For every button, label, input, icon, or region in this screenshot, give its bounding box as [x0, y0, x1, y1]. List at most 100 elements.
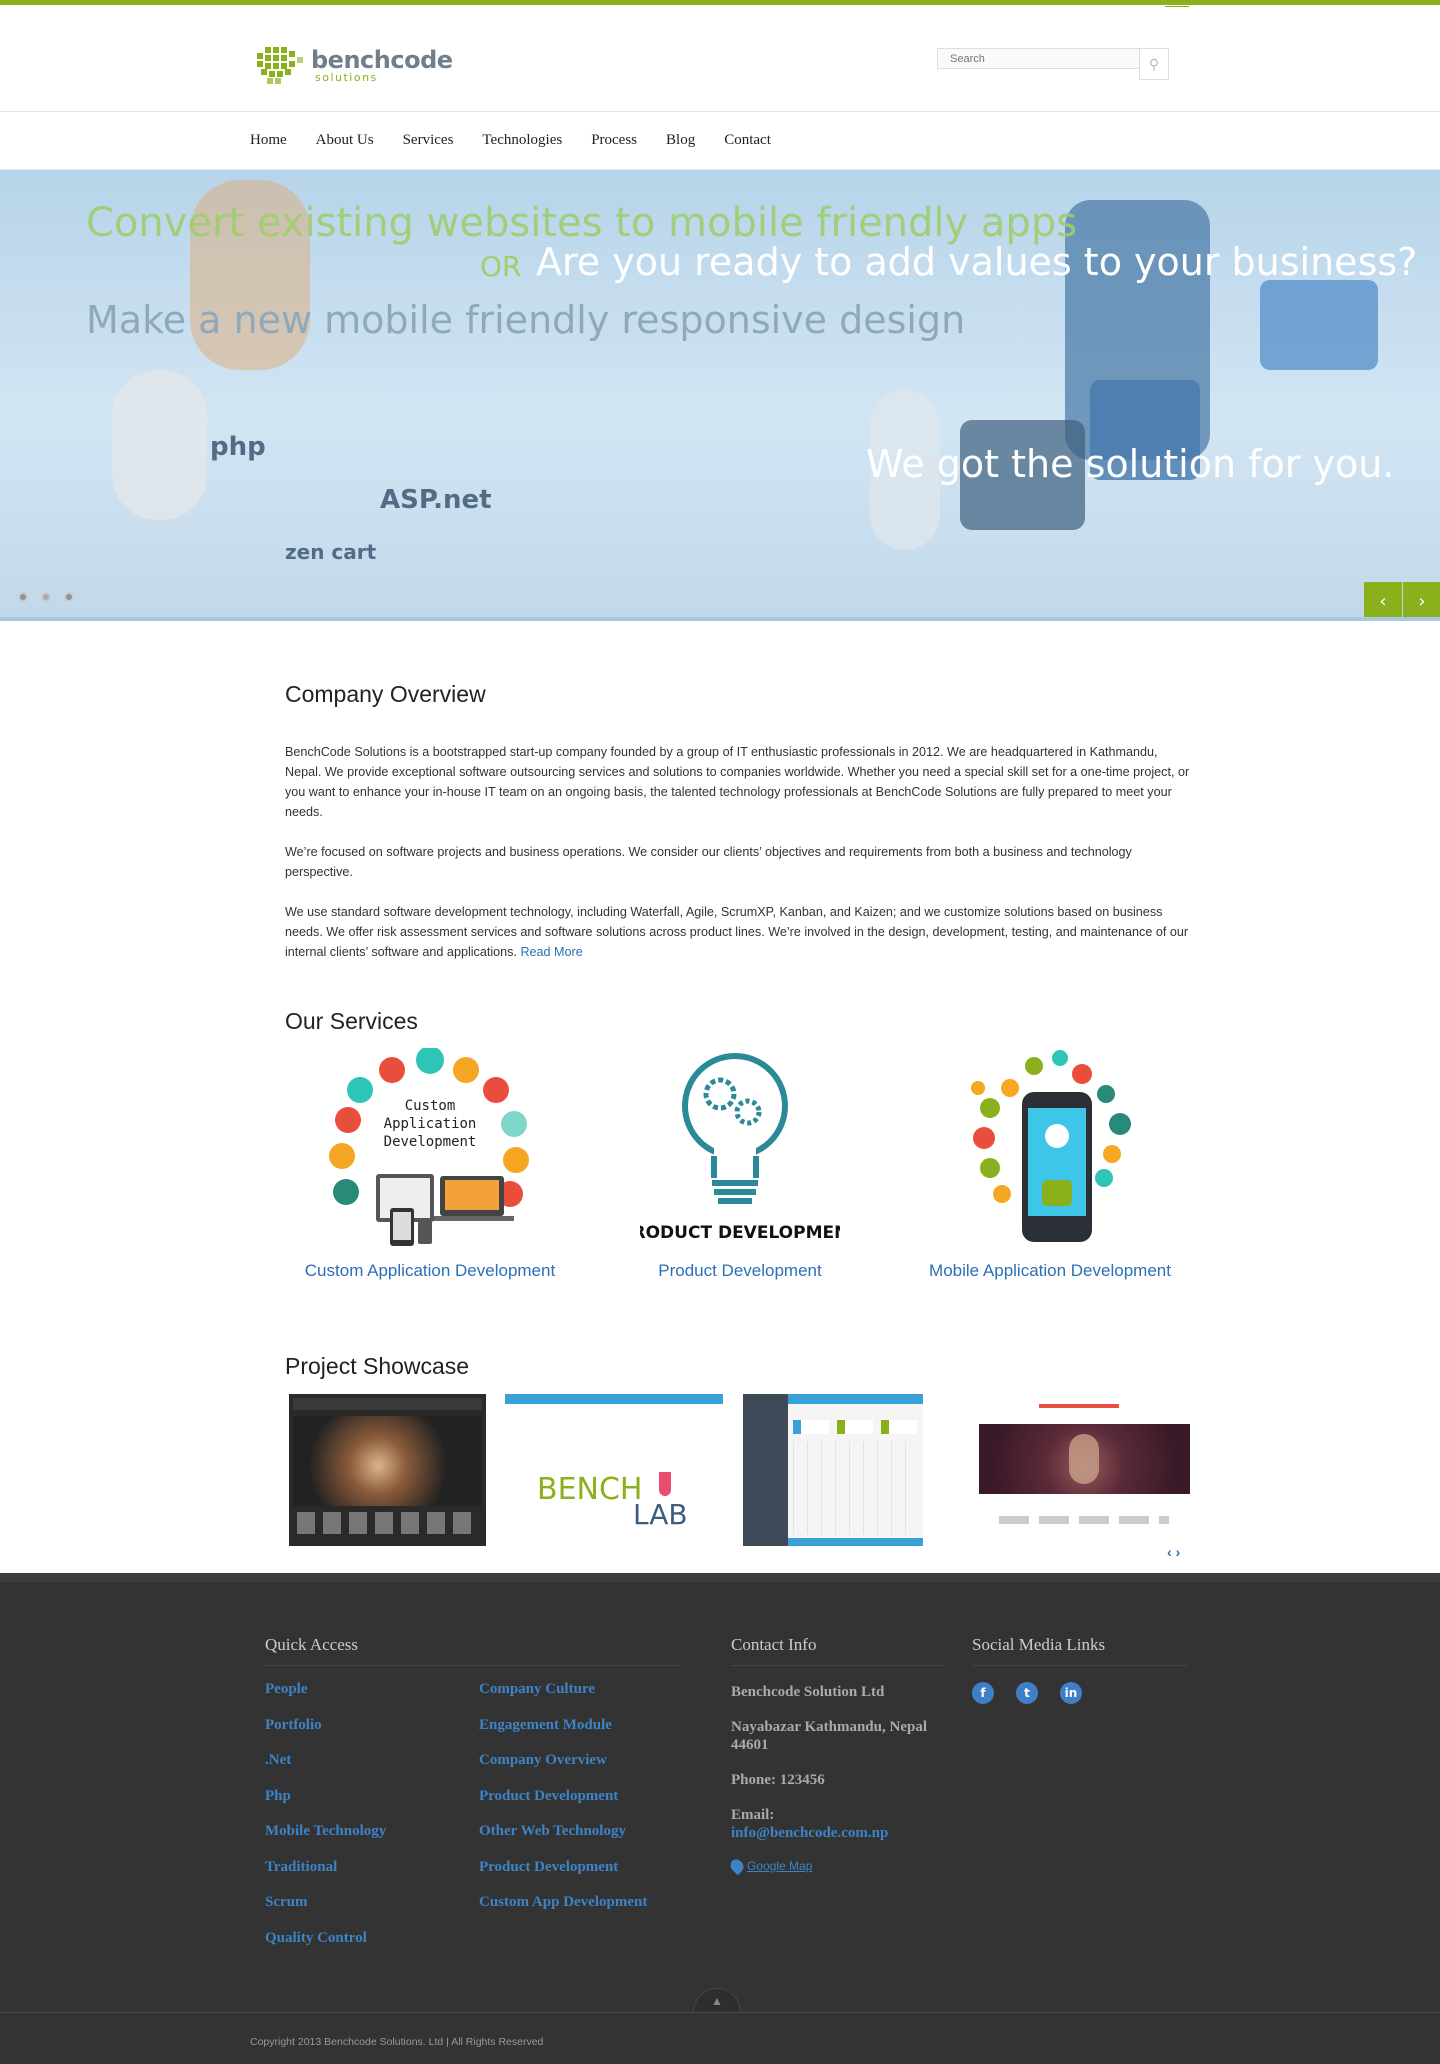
footer-link[interactable]: Product Development	[479, 1857, 689, 1893]
site-footer: Quick Access People Portfolio .Net Php M…	[0, 1573, 1440, 2064]
nav-about-us[interactable]: About Us	[316, 132, 374, 149]
thumb-menu-bar	[1039, 1404, 1119, 1408]
food-photo	[293, 1416, 482, 1506]
footer-link[interactable]: Custom App Development	[479, 1892, 689, 1928]
map-pin-icon	[727, 1856, 747, 1876]
slider-dot-active[interactable]	[41, 592, 51, 602]
nav-contact[interactable]: Contact	[724, 132, 771, 149]
email-link[interactable]: info@benchcode.com.np	[731, 1825, 888, 1841]
nav-technologies[interactable]: Technologies	[482, 132, 562, 149]
thumb-header-bar	[505, 1394, 723, 1404]
thumb-text-row	[999, 1516, 1169, 1524]
footer-link[interactable]: Php	[265, 1786, 465, 1822]
logo-name: benchcode	[311, 45, 453, 74]
thumb-top-bar	[788, 1394, 923, 1404]
email-label: Email:	[731, 1807, 775, 1823]
chevron-left-icon: ‹	[1379, 590, 1387, 612]
footer-link[interactable]: Traditional	[265, 1857, 465, 1893]
service-card-custom-app[interactable]: Custom Application Development Custom Appl…	[285, 1046, 575, 1281]
service-card-mobile-app[interactable]: Mobile Application Development	[905, 1048, 1195, 1281]
service-title[interactable]: Mobile Application Development	[905, 1261, 1195, 1281]
showcase-item-mithila[interactable]	[979, 1394, 1190, 1546]
chevron-left-icon[interactable]: ‹	[1167, 1544, 1172, 1560]
custom-app-art-text: Custom Application Development	[384, 1098, 477, 1150]
nav-process[interactable]: Process	[591, 132, 637, 149]
site-logo[interactable]: benchcode solutions	[255, 43, 453, 87]
footer-link[interactable]: Company Culture	[479, 1679, 689, 1715]
hero-line-2: OR	[480, 250, 522, 283]
twitter-icon[interactable]: t	[1016, 1682, 1038, 1704]
read-more-link[interactable]: Read More	[520, 945, 582, 959]
showcase-item-benchlab[interactable]: BENCH LAB	[505, 1394, 723, 1546]
footer-link[interactable]: .Net	[265, 1750, 465, 1786]
footer-link[interactable]: Portfolio	[265, 1715, 465, 1751]
slider-prev-button[interactable]: ‹	[1364, 582, 1402, 620]
arrow-up-icon: ▲	[711, 1994, 723, 2008]
footer-link[interactable]: Engagement Module	[479, 1715, 689, 1751]
company-overview-section: Company Overview BenchCode Solutions is …	[285, 681, 1195, 962]
stat-tile	[837, 1420, 873, 1434]
quick-access-title: Quick Access	[265, 1635, 680, 1666]
slider-dots	[18, 592, 74, 602]
site-header: benchcode solutions ⚲	[0, 5, 1440, 112]
thumb-sidebar	[743, 1394, 788, 1546]
showcase-title: Project Showcase	[285, 1353, 470, 1379]
nav-home[interactable]: Home	[250, 132, 287, 149]
thumb-figure	[1069, 1434, 1099, 1484]
footer-link[interactable]: Scrum	[265, 1892, 465, 1928]
slider-dot[interactable]	[64, 592, 74, 602]
services-title: Our Services	[285, 1008, 418, 1034]
contact-info-column: Contact Info Benchcode Solution Ltd Naya…	[727, 1635, 946, 1876]
showcase-item-restaurant[interactable]	[289, 1394, 486, 1546]
nav-services[interactable]: Services	[403, 132, 454, 149]
hero-line-4: Make a new mobile friendly responsive de…	[86, 298, 966, 342]
hero-base-strip	[0, 617, 1440, 621]
hero-line-3: Are you ready to add values to your busi…	[536, 240, 1418, 284]
hero-slider: Convert existing websites to mobile frie…	[0, 170, 1440, 621]
search-button[interactable]: ⚲	[1139, 48, 1169, 80]
hero-puzzle-piece	[1260, 280, 1378, 370]
zencart-logo: zen cart	[285, 540, 377, 564]
aspnet-logo: ASP.net	[380, 485, 492, 515]
linkedin-icon[interactable]: in	[1060, 1682, 1082, 1704]
footer-link[interactable]: Company Overview	[479, 1750, 689, 1786]
footer-link[interactable]: Mobile Technology	[265, 1821, 465, 1857]
back-to-top-button[interactable]: ▲	[693, 1988, 741, 2012]
overview-title: Company Overview	[285, 681, 486, 707]
social-links-column: Social Media Links f t in	[972, 1635, 1187, 1704]
social-links-title: Social Media Links	[972, 1635, 1187, 1666]
service-card-product-dev[interactable]: PRODUCT DEVELOPMENT Product Development	[595, 1048, 885, 1281]
company-phone: Phone: 123456	[731, 1772, 825, 1788]
overview-paragraph-3-text: We use standard software development tec…	[285, 905, 1189, 959]
service-title[interactable]: Custom Application Development	[285, 1261, 575, 1281]
slider-next-button[interactable]: ›	[1403, 582, 1440, 620]
main-nav: Home About Us Services Technologies Proc…	[0, 112, 1440, 170]
search-input[interactable]	[937, 48, 1139, 69]
footer-link[interactable]: Quality Control	[265, 1928, 465, 1964]
overview-paragraph-2: We’re focused on software projects and b…	[285, 845, 1132, 879]
stat-tile	[793, 1420, 829, 1434]
footer-link[interactable]: Product Development	[479, 1786, 689, 1822]
slider-dot[interactable]	[18, 592, 28, 602]
footer-link[interactable]: Other Web Technology	[479, 1821, 689, 1857]
quick-access-column: Quick Access	[265, 1635, 680, 1666]
quick-links-left: People Portfolio .Net Php Mobile Technol…	[265, 1679, 465, 1963]
carousel-arrows[interactable]: ‹ ›	[1167, 1544, 1180, 1560]
lightbulb-gears-icon: PRODUCT DEVELOPMENT	[620, 1048, 860, 1248]
showcase-item-dashboard[interactable]	[743, 1394, 923, 1546]
company-address: Nayabazar Kathmandu, Nepal 44601	[731, 1719, 927, 1753]
hero-line-5: We got the solution for you.	[866, 442, 1395, 486]
company-email: Email: info@benchcode.com.np	[731, 1806, 946, 1842]
footer-link[interactable]: People	[265, 1679, 465, 1715]
flask-icon	[659, 1472, 671, 1496]
stat-tile	[881, 1420, 917, 1434]
google-map-link[interactable]: Google Map	[727, 1856, 946, 1876]
facebook-icon[interactable]: f	[972, 1682, 994, 1704]
service-title[interactable]: Product Development	[595, 1261, 885, 1281]
nav-blog[interactable]: Blog	[666, 132, 695, 149]
overview-paragraph-1: BenchCode Solutions is a bootstrapped st…	[285, 745, 1190, 819]
thumb-nav-bar	[293, 1398, 482, 1410]
services-section: Our Services Custom Application Developmen…	[285, 1008, 1195, 1280]
logo-mark-icon	[255, 43, 305, 87]
chevron-right-icon[interactable]: ›	[1176, 1544, 1181, 1560]
